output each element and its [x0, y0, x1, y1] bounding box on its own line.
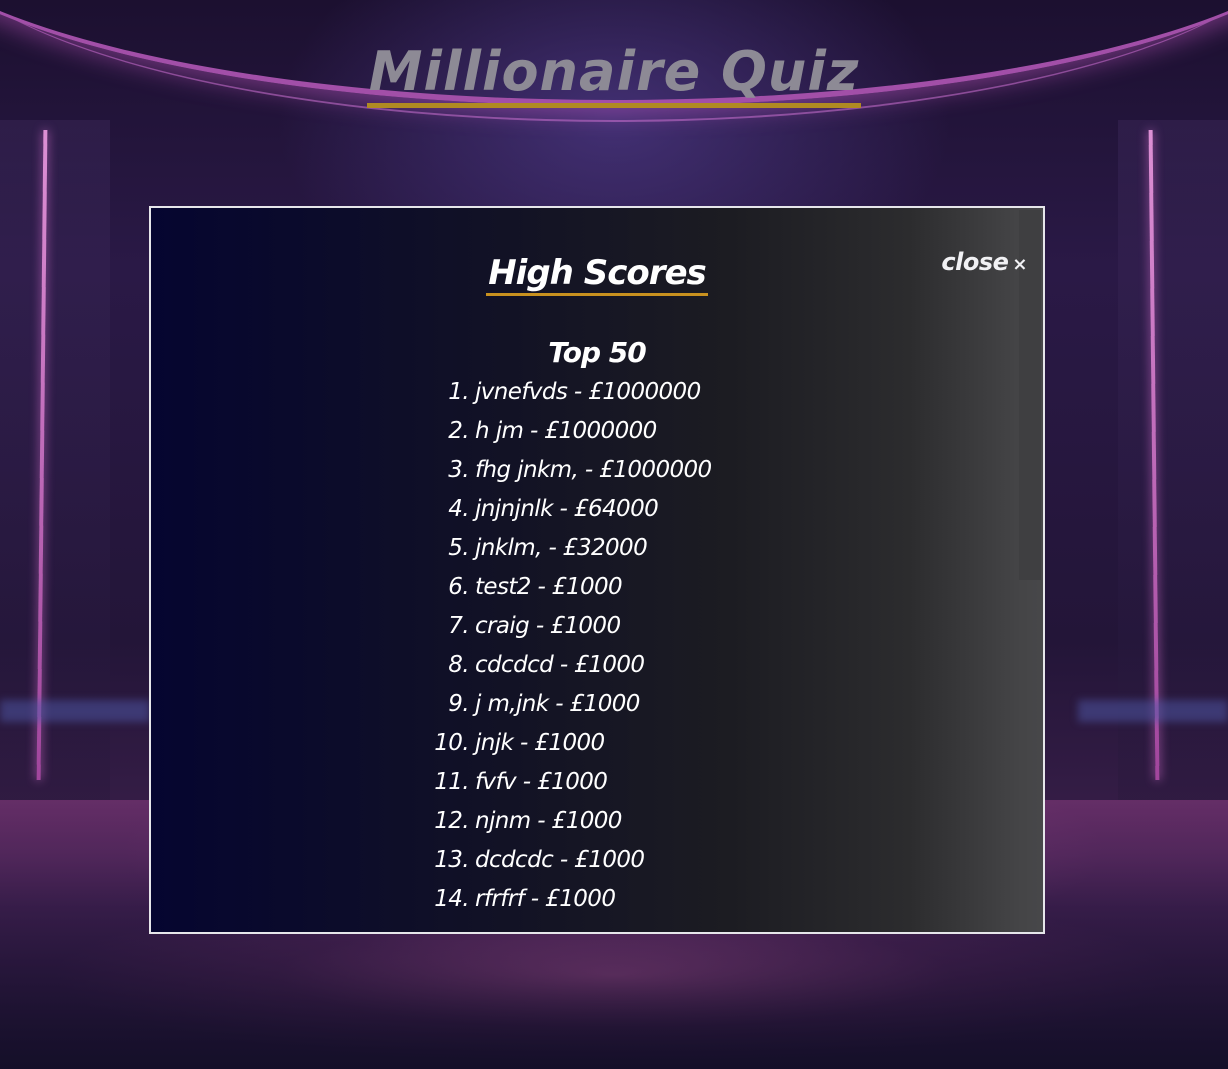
score-entry: dcdcdc - £1000	[475, 847, 645, 873]
score-row: 9. j m,jnk - £1000	[431, 685, 712, 724]
score-rank: 14.	[434, 886, 469, 912]
score-rank: 9.	[448, 691, 469, 717]
score-rank: 12.	[434, 808, 469, 834]
modal-title-text: High Scores	[486, 253, 708, 296]
score-row: 5. jnklm, - £32000	[431, 529, 712, 568]
score-entry: fhg jnkm, - £1000000	[475, 457, 712, 483]
score-entry: cdcdcd - £1000	[475, 652, 645, 678]
score-row: 10. jnjk - £1000	[431, 724, 712, 763]
score-row: 11. fvfv - £1000	[431, 763, 712, 802]
score-rank: 3.	[448, 457, 469, 483]
score-entry: jnjnjnlk - £64000	[475, 496, 659, 522]
score-rank: 10.	[434, 730, 469, 756]
right-wall-panel	[1118, 120, 1228, 800]
modal-scrollbar[interactable]	[1019, 208, 1043, 932]
right-glow-strip	[1078, 700, 1228, 722]
score-rank: 5.	[448, 535, 469, 561]
score-row: 13. dcdcdc - £1000	[431, 841, 712, 880]
score-rank: 4.	[448, 496, 469, 522]
score-row: 4. jnjnjnlk - £64000	[431, 490, 712, 529]
stage-background: Millionaire Quiz close × High Scores Top …	[0, 0, 1228, 1069]
score-rank: 11.	[434, 769, 469, 795]
score-row: 14. rfrfrf - £1000	[431, 880, 712, 919]
app-title-text: Millionaire Quiz	[366, 40, 862, 108]
left-glow-strip	[0, 700, 150, 722]
score-entry: h jm - £1000000	[475, 418, 657, 444]
high-scores-modal: close × High Scores Top 50 1. jvnefvds - £…	[149, 206, 1045, 934]
score-entry: craig - £1000	[475, 613, 621, 639]
score-rank: 1.	[448, 379, 469, 405]
score-rank: 8.	[448, 652, 469, 678]
score-entry: jnklm, - £32000	[475, 535, 648, 561]
score-row: 8. cdcdcd - £1000	[431, 646, 712, 685]
score-entry: jvnefvds - £1000000	[475, 379, 701, 405]
score-row: 1. jvnefvds - £1000000	[431, 373, 712, 412]
app-title: Millionaire Quiz	[0, 40, 1228, 108]
score-rank: 6.	[448, 574, 469, 600]
score-row: 3. fhg jnkm, - £1000000	[431, 451, 712, 490]
score-rank: 7.	[448, 613, 469, 639]
score-entry: test2 - £1000	[475, 574, 623, 600]
score-entry: jnjk - £1000	[475, 730, 605, 756]
score-entry: j m,jnk - £1000	[475, 691, 640, 717]
score-entry: rfrfrf - £1000	[475, 886, 616, 912]
score-entry: fvfv - £1000	[475, 769, 608, 795]
score-rank: 13.	[434, 847, 469, 873]
score-row: 7. craig - £1000	[431, 607, 712, 646]
score-row: 12. njnm - £1000	[431, 802, 712, 841]
modal-title: High Scores	[151, 250, 1043, 296]
score-row: 6. test2 - £1000	[431, 568, 712, 607]
list-heading: Top 50	[548, 336, 646, 369]
score-row: 2. h jm - £1000000	[431, 412, 712, 451]
score-entry: njnm - £1000	[475, 808, 622, 834]
high-score-list: 1. jvnefvds - £1000000 2. h jm - £1000000 …	[431, 373, 712, 919]
left-wall-panel	[0, 120, 110, 800]
score-rank: 2.	[448, 418, 469, 444]
